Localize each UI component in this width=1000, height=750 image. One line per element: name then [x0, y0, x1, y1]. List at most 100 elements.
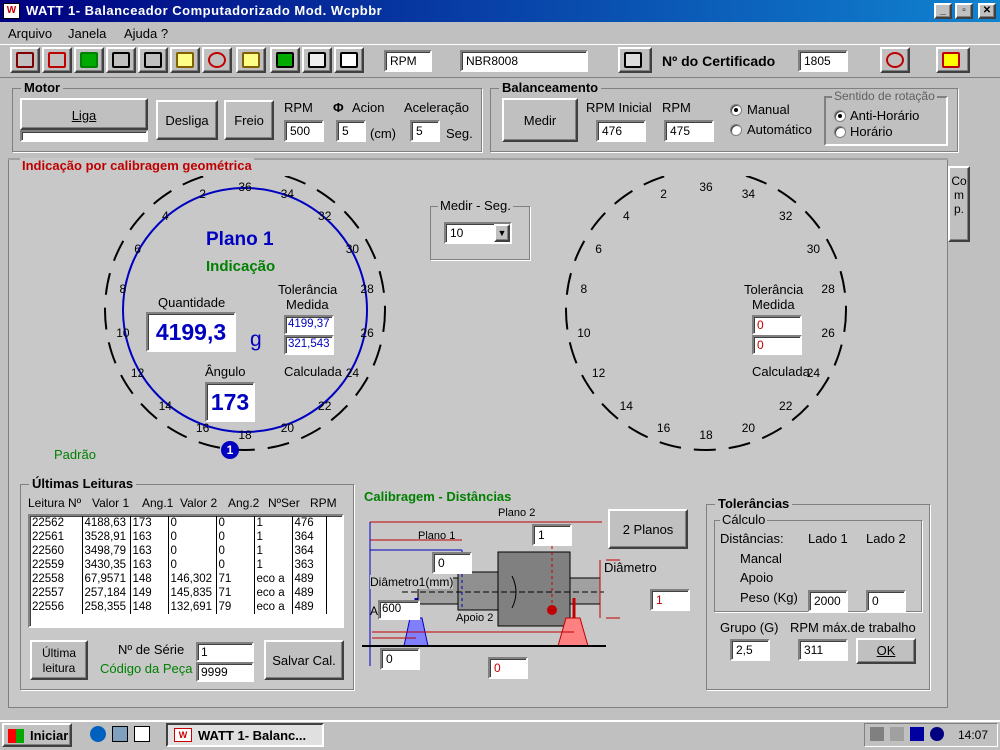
serie-input[interactable]: 1 — [196, 642, 254, 662]
distancias-label: Distâncias: — [720, 531, 784, 546]
plane2-medida-label: Medida — [752, 297, 795, 312]
dist-b-input[interactable]: 0 — [488, 657, 528, 679]
calib-title: Calibragem - Distâncias — [364, 489, 512, 504]
angulo-value: 173 — [205, 382, 255, 422]
manual-radio[interactable] — [730, 104, 742, 116]
ok-button[interactable]: OK — [856, 638, 916, 664]
codigo-input[interactable]: 9999 — [196, 662, 254, 682]
close-button[interactable]: ✕ — [978, 3, 996, 19]
cert-number-field[interactable]: 1805 — [798, 50, 848, 72]
diametro1-input[interactable]: 600 — [378, 600, 420, 620]
dial-tick-label: 36 — [238, 180, 252, 194]
plane2-calc-value: 0 — [752, 335, 802, 355]
notepad-icon[interactable] — [134, 726, 150, 742]
plano1-dist-input[interactable]: 0 — [432, 552, 472, 574]
table-cell: 0 — [216, 516, 255, 530]
toolbar-print-icon[interactable] — [618, 47, 652, 73]
start-button[interactable]: Iniciar — [2, 723, 72, 747]
plane2-outer-ring — [565, 176, 847, 451]
restore-button[interactable]: ▫ — [955, 3, 973, 19]
toolbar-target-icon[interactable] — [880, 47, 910, 73]
dial-tick-label: 30 — [345, 242, 360, 256]
menu-ajuda[interactable]: Ajuda ? — [124, 26, 168, 41]
dial-tick-label: 20 — [280, 420, 295, 435]
automatico-radio[interactable] — [730, 124, 742, 136]
table-row[interactable]: 22557 257,184 149 145,835 71 eco a 489 — [30, 586, 327, 600]
toolbar-report-icon[interactable] — [236, 47, 266, 73]
app-icon: W — [3, 3, 20, 19]
col-valor1: Valor 1 — [92, 496, 130, 510]
table-row[interactable]: 22556 258,355 148 132,691 79 eco a 489 — [30, 600, 327, 614]
desktop-icon[interactable] — [112, 726, 128, 742]
toolbar-motor-icon[interactable] — [10, 47, 40, 73]
plano2-dist-input[interactable]: 1 — [532, 524, 572, 546]
diametro-input[interactable]: 1 — [650, 589, 690, 611]
table-row[interactable]: 22560 3498,79 163 0 0 1 364 — [30, 544, 327, 558]
toolbar-machine-icon[interactable] — [42, 47, 72, 73]
minimize-button[interactable]: _ — [934, 3, 952, 19]
ie-icon[interactable] — [90, 726, 106, 742]
table-cell: 1 — [254, 558, 293, 572]
tray-monitor-icon[interactable] — [870, 727, 884, 741]
norm-field[interactable]: NBR8008 — [460, 50, 588, 72]
chevron-down-icon[interactable]: ▼ — [494, 224, 510, 242]
menu-arquivo[interactable]: Arquivo — [8, 26, 52, 41]
grupo-input[interactable]: 2,5 — [730, 639, 770, 661]
peso-lado2-input[interactable]: 0 — [866, 590, 906, 612]
toolbar-tool-icon[interactable] — [106, 47, 136, 73]
liga-button[interactable]: Liga — [20, 98, 148, 130]
tray-network-icon[interactable] — [910, 727, 924, 741]
exit-icon[interactable] — [936, 47, 970, 73]
plane1-calculada-label: Calculada — [284, 364, 342, 379]
taskbar-app-button[interactable]: W WATT 1- Balanc... — [166, 723, 324, 747]
a-label: A — [370, 604, 379, 618]
diametro-label: Diâmetro — [604, 560, 657, 575]
toolbar-gauge-icon[interactable] — [202, 47, 232, 73]
toolbar-bars-icon[interactable] — [138, 47, 168, 73]
medir-button[interactable]: Medir — [502, 98, 578, 142]
table-row[interactable]: 22561 3528,91 163 0 0 1 364 — [30, 530, 327, 544]
horario-label: Horário — [850, 124, 893, 139]
horario-radio[interactable] — [834, 126, 846, 138]
table-row[interactable]: 22558 67,9571 148 146,302 71 eco a 489 — [30, 572, 327, 586]
rpm-max-input[interactable]: 311 — [798, 639, 848, 661]
table-cell: 257,184 — [82, 586, 131, 600]
dois-planos-button[interactable]: 2 Planos — [608, 509, 688, 549]
toolbar-rotor-icon[interactable] — [74, 47, 104, 73]
desliga-button[interactable]: Desliga — [156, 100, 218, 140]
table-cell: eco a — [254, 586, 293, 600]
table-cell: 163 — [130, 530, 169, 544]
table-cell: 489 — [292, 586, 327, 600]
comp-button[interactable]: Comp. — [948, 166, 970, 242]
tray-globe-icon[interactable] — [930, 727, 944, 741]
plane1-tol-label: Tolerância — [278, 282, 338, 297]
leituras-list[interactable]: 22562 4188,63 173 0 0 1 476 22561 3528,91 163 0 0 1 3… — [28, 514, 344, 628]
acion-input[interactable]: 5 — [336, 120, 366, 142]
rpm-inicial-field: 476 — [596, 120, 646, 142]
salvar-cal-button[interactable]: Salvar Cal. — [264, 640, 344, 680]
volume-icon[interactable] — [890, 727, 904, 741]
anti-horario-label: Anti-Horário — [850, 108, 920, 123]
plane1-marker[interactable]: 1 — [221, 441, 239, 459]
clock: 14:07 — [958, 728, 989, 742]
dial-tick-label: 34 — [741, 187, 756, 202]
menu-janela[interactable]: Janela — [68, 26, 106, 41]
toolbar-chart-icon[interactable] — [302, 47, 332, 73]
toolbar-wave-icon[interactable] — [270, 47, 300, 73]
freio-button[interactable]: Freio — [224, 100, 274, 140]
automatico-label: Automático — [747, 122, 813, 137]
leituras-title: Últimas Leituras — [29, 476, 137, 491]
anti-horario-radio[interactable] — [834, 110, 846, 122]
ultima-leitura-button[interactable]: Última leitura — [30, 640, 88, 680]
table-cell: 22558 — [30, 572, 83, 586]
toolbar-notes-icon[interactable] — [170, 47, 200, 73]
toolbar-list-icon[interactable] — [334, 47, 364, 73]
table-cell: 71 — [216, 572, 255, 586]
acel-input[interactable]: 5 — [410, 120, 440, 142]
table-row[interactable]: 22559 3430,35 163 0 0 1 363 — [30, 558, 327, 572]
col-leitura: Leitura Nº — [28, 496, 82, 510]
table-row[interactable]: 22562 4188,63 173 0 0 1 476 — [30, 516, 327, 530]
dist-a-input[interactable]: 0 — [380, 648, 420, 670]
peso-lado1-input[interactable]: 2000 — [808, 590, 848, 612]
motor-rpm-input[interactable]: 500 — [284, 120, 324, 142]
